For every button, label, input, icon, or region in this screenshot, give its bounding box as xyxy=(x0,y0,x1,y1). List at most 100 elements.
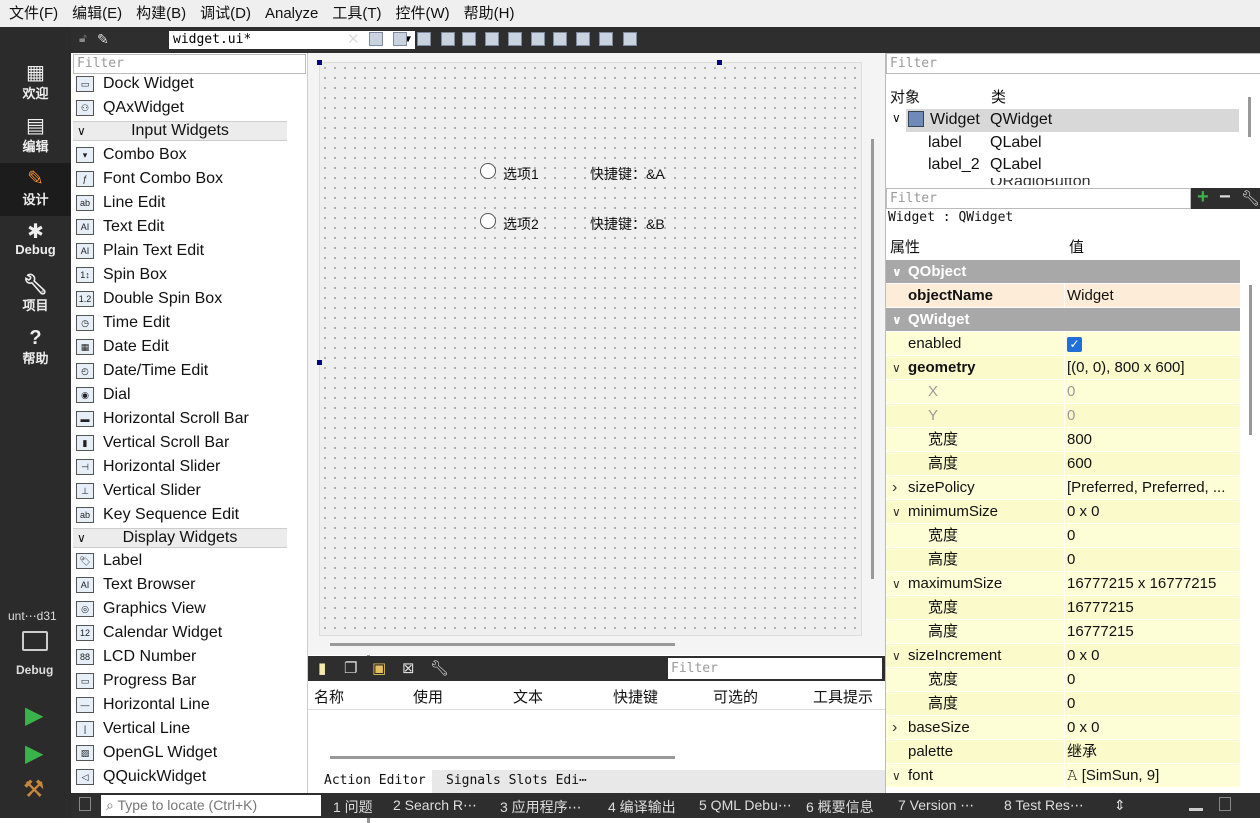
object-name[interactable]: label xyxy=(928,132,962,154)
splitter-vertical-icon[interactable] xyxy=(531,32,545,46)
property-value[interactable]: 0 xyxy=(1067,380,1239,404)
object-name[interactable]: label_2 xyxy=(928,154,980,176)
object-name[interactable]: Widget xyxy=(930,109,980,131)
property-value[interactable]: ✓ xyxy=(1067,332,1239,356)
delete-action-icon[interactable]: ⊠ xyxy=(402,659,415,677)
new-action-icon[interactable]: ▮ xyxy=(318,659,326,677)
menu-tools[interactable]: 工具(T) xyxy=(325,0,388,27)
property-value[interactable]: 0 xyxy=(1067,404,1239,428)
property-value[interactable]: 600 xyxy=(1067,452,1239,476)
col-used[interactable]: 使用 xyxy=(413,686,443,707)
property-row[interactable]: 宽度 800 xyxy=(886,428,1240,452)
locator-input[interactable]: ⌕ Type to locate (Ctrl+K) xyxy=(101,795,321,816)
property-value[interactable]: [Preferred, Preferred, ... xyxy=(1067,476,1239,500)
canvas-horizontal-scrollbar[interactable] xyxy=(330,643,675,646)
col-text[interactable]: 文本 xyxy=(513,686,543,707)
debug-run-icon[interactable]: ▶ xyxy=(25,739,43,768)
paste-action-icon[interactable]: ▣ xyxy=(372,659,386,677)
break-layout-icon[interactable] xyxy=(599,32,613,46)
edit-buddies-icon[interactable] xyxy=(417,32,431,46)
layout-grid-icon[interactable] xyxy=(576,32,590,46)
property-value[interactable]: 0 xyxy=(1067,692,1239,716)
menu-controls[interactable]: 控件(W) xyxy=(389,0,457,27)
pane-issues[interactable]: 1 问题 xyxy=(333,797,373,817)
checkbox-checked[interactable]: ✓ xyxy=(1067,337,1082,352)
layout-form-icon[interactable] xyxy=(553,32,567,46)
pane-general-messages[interactable]: 6 概要信息 xyxy=(806,797,874,817)
property-row[interactable]: font ∨ 𝙰 [SimSun, 9] xyxy=(886,764,1240,788)
chevron-down-icon[interactable]: ∨ xyxy=(892,764,901,788)
widget-item-time-edit[interactable]: ◷ Time Edit xyxy=(71,311,289,335)
radio-button-1[interactable] xyxy=(480,163,496,179)
widget-item-qquickwidget[interactable]: ◁ QQuickWidget xyxy=(71,765,289,789)
pane-test-results[interactable]: 8 Test Res⋯ xyxy=(1004,797,1084,814)
label-shortcut-a[interactable]: 快捷键：&A xyxy=(590,164,665,184)
action-scrollbar[interactable] xyxy=(330,756,675,759)
pane-version-control[interactable]: 7 Version ⋯ xyxy=(898,797,974,814)
property-value[interactable]: 0 x 0 xyxy=(1067,500,1239,524)
menu-build[interactable]: 构建(B) xyxy=(129,0,193,27)
property-value[interactable]: 16777215 xyxy=(1067,596,1239,620)
pane-compile-output[interactable]: 4 编译输出 xyxy=(608,797,676,817)
pane-application-output[interactable]: 3 应用程序⋯ xyxy=(500,797,582,817)
output-toggle-icon[interactable] xyxy=(1189,797,1203,811)
widget-filter-input[interactable]: Filter xyxy=(73,54,306,74)
resize-handle[interactable] xyxy=(317,60,322,65)
widget-item-progress-bar[interactable]: ▭ Progress Bar xyxy=(71,669,289,693)
property-value[interactable]: 继承 xyxy=(1067,740,1239,764)
property-row[interactable]: 宽度 0 xyxy=(886,668,1240,692)
property-row[interactable]: 高度 0 xyxy=(886,548,1240,572)
mode-edit[interactable]: ▤ 编辑 xyxy=(0,110,71,163)
run-icon[interactable]: ▶ xyxy=(25,701,43,730)
property-row[interactable]: Y0 xyxy=(886,404,1240,428)
widget-item-dock-widget[interactable]: ▭ Dock Widget xyxy=(71,72,289,96)
edit-widgets-icon[interactable] xyxy=(369,32,383,46)
property-row[interactable]: 宽度 16777215 xyxy=(886,596,1240,620)
widget-item-graphics-view[interactable]: ◎ Graphics View xyxy=(71,597,289,621)
property-row[interactable]: sizePolicy › [Preferred, Preferred, ... xyxy=(886,476,1240,500)
widget-item-key-sequence-edit[interactable]: ab Key Sequence Edit xyxy=(71,503,289,527)
chevron-down-icon[interactable]: ∨ xyxy=(892,500,901,524)
category-display-widgets[interactable]: ∨ Display Widgets xyxy=(73,528,287,548)
menu-analyze[interactable]: Analyze xyxy=(258,0,325,27)
property-row[interactable]: 高度 0 xyxy=(886,692,1240,716)
widget-item-date-edit[interactable]: ▦ Date Edit xyxy=(71,335,289,359)
widget-item-text-browser[interactable]: AI Text Browser xyxy=(71,573,289,597)
widget-item-label[interactable]: 🏷︎ Label xyxy=(71,549,289,573)
layout-horizontal-icon[interactable] xyxy=(462,32,476,46)
chevron-down-icon[interactable]: ∨ xyxy=(892,111,901,125)
property-group[interactable]: QWidget ∨ xyxy=(886,308,1240,332)
col-tooltip[interactable]: 工具提示 xyxy=(813,686,873,707)
mode-projects[interactable]: 🔧︎ 项目 xyxy=(0,269,71,322)
property-filter-input[interactable]: Filter xyxy=(886,188,1191,209)
adjust-size-icon[interactable] xyxy=(623,32,637,46)
property-row[interactable]: objectName Widget xyxy=(886,284,1240,308)
layout-vertical-icon[interactable] xyxy=(485,32,499,46)
widget-item-combo-box[interactable]: ▾ Combo Box xyxy=(71,143,289,167)
property-row[interactable]: minimumSize ∨ 0 x 0 xyxy=(886,500,1240,524)
property-scrollbar[interactable] xyxy=(1249,285,1252,435)
widget-item-plain-text-edit[interactable]: AI Plain Text Edit xyxy=(71,239,289,263)
property-group[interactable]: QObject ∨ xyxy=(886,260,1240,284)
widget-item-font-combo-box[interactable]: ƒ Font Combo Box xyxy=(71,167,289,191)
widget-item-text-edit[interactable]: AI Text Edit xyxy=(71,215,289,239)
radio-button-2[interactable] xyxy=(480,213,496,229)
widget-item-calendar-widget[interactable]: 12 Calendar Widget xyxy=(71,621,289,645)
chevron-down-icon[interactable]: ∨ xyxy=(892,572,901,596)
object-filter-input[interactable]: Filter xyxy=(886,53,1260,74)
mode-debug[interactable]: ✱ Debug xyxy=(0,216,71,269)
chevron-down-icon[interactable]: ∨ xyxy=(892,644,901,668)
edit-tab-order-icon[interactable] xyxy=(441,32,455,46)
widget-item-double-spin-box[interactable]: 1.2 Double Spin Box xyxy=(71,287,289,311)
chevron-down-icon[interactable]: ∨ xyxy=(892,308,902,332)
property-value[interactable]: [(0, 0), 800 x 600] xyxy=(1067,356,1239,380)
widget-item-spin-box[interactable]: 1↕ Spin Box xyxy=(71,263,289,287)
chevron-down-icon[interactable]: ∨ xyxy=(892,356,901,380)
property-header-value[interactable]: 值 xyxy=(1069,236,1084,257)
widget-item-qaxwidget[interactable]: ⚇ QAxWidget xyxy=(71,96,289,120)
property-value[interactable]: 16777215 x 16777215 xyxy=(1067,572,1239,596)
resize-handle[interactable] xyxy=(717,60,722,65)
widget-item-horizontal-line[interactable]: — Horizontal Line xyxy=(71,693,289,717)
object-scrollbar[interactable] xyxy=(1248,97,1251,137)
copy-action-icon[interactable]: ❐ xyxy=(344,659,357,677)
